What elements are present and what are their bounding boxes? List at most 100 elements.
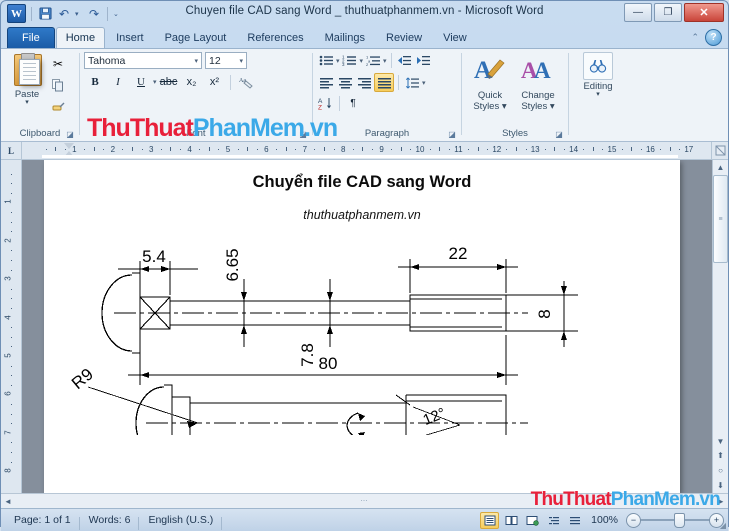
subscript-button[interactable]: x₂ bbox=[181, 73, 203, 91]
strikethrough-button[interactable]: abc bbox=[158, 73, 180, 91]
underline-button[interactable]: U bbox=[130, 73, 152, 91]
align-right-icon[interactable] bbox=[355, 74, 373, 91]
h-scroll-thumb[interactable]: ⋯ bbox=[16, 496, 713, 507]
font-name-input[interactable]: Tahoma ▾ bbox=[84, 52, 202, 69]
justify-icon[interactable] bbox=[374, 73, 394, 92]
v-ruler-minor-tick bbox=[11, 260, 12, 261]
status-page[interactable]: Page: 1 of 1 bbox=[5, 514, 80, 530]
minimize-button[interactable]: — bbox=[624, 3, 652, 22]
editing-group-label bbox=[569, 127, 627, 141]
tab-stop-selector[interactable]: L bbox=[1, 142, 22, 159]
change-styles-button[interactable]: AA Change Styles ▾ bbox=[514, 52, 562, 127]
tab-home[interactable]: Home bbox=[55, 27, 106, 48]
paragraph-divider-1 bbox=[390, 53, 392, 68]
font-dialog-launcher-icon[interactable]: ◪ bbox=[298, 128, 308, 139]
v-ruler-minor-tick bbox=[11, 365, 12, 367]
bold-button[interactable]: B bbox=[84, 73, 106, 91]
increase-indent-icon[interactable] bbox=[415, 52, 433, 69]
superscript-button[interactable]: x² bbox=[204, 73, 226, 91]
tab-view[interactable]: View bbox=[433, 27, 477, 48]
v-ruler-minor-tick bbox=[11, 231, 12, 233]
numbered-list-chevron-down-icon[interactable]: ▾ bbox=[360, 57, 364, 65]
clear-formatting-icon[interactable]: Aa bbox=[235, 73, 257, 91]
full-screen-reading-view-button[interactable] bbox=[503, 513, 520, 528]
paragraph-divider-2 bbox=[398, 75, 399, 90]
tab-references[interactable]: References bbox=[237, 27, 313, 48]
status-language[interactable]: English (U.S.) bbox=[139, 514, 223, 530]
h-scroll-right-arrow[interactable]: ► bbox=[714, 497, 728, 506]
bullet-list-chevron-down-icon[interactable]: ▾ bbox=[336, 57, 340, 65]
bullet-list-icon[interactable] bbox=[317, 52, 335, 69]
h-scroll-left-arrow[interactable]: ◄ bbox=[1, 497, 15, 506]
paste-dropdown-icon[interactable]: ▾ bbox=[25, 99, 29, 106]
minimize-ribbon-icon[interactable]: ⌃ bbox=[691, 32, 699, 43]
scroll-down-arrow[interactable]: ▼ bbox=[714, 434, 727, 448]
dim-label-80: 80 bbox=[319, 354, 338, 373]
multilevel-list-icon[interactable]: 1a2 bbox=[364, 52, 382, 69]
draft-view-button[interactable] bbox=[566, 513, 583, 528]
font-size-input[interactable]: 12 ▾ bbox=[205, 52, 247, 69]
zoom-slider-knob[interactable] bbox=[674, 512, 685, 528]
zoom-level[interactable]: 100% bbox=[587, 514, 622, 526]
web-layout-view-button[interactable] bbox=[524, 513, 541, 528]
quick-styles-button[interactable]: A Quick Styles ▾ bbox=[466, 52, 514, 127]
maximize-button[interactable]: ❐ bbox=[654, 3, 682, 22]
ruler-minor-tick bbox=[295, 149, 297, 150]
font-name-chevron-down-icon[interactable]: ▾ bbox=[194, 57, 198, 65]
format-painter-icon[interactable] bbox=[49, 97, 67, 115]
tab-mailings[interactable]: Mailings bbox=[315, 27, 375, 48]
previous-page-button[interactable]: ⬆ bbox=[714, 448, 727, 463]
print-layout-view-button[interactable] bbox=[480, 511, 500, 529]
select-browse-object-button[interactable]: ○ bbox=[714, 463, 727, 478]
ruler-tick-7: 7 bbox=[302, 145, 308, 154]
zoom-out-button[interactable]: − bbox=[626, 512, 641, 528]
copy-icon[interactable] bbox=[49, 76, 67, 94]
cad-technical-drawing[interactable]: 5.4 6.65 22 8 7.8 80 R9 1.02 12° bbox=[58, 235, 658, 435]
line-spacing-chevron-down-icon[interactable]: ▾ bbox=[422, 79, 426, 87]
tab-page-layout[interactable]: Page Layout bbox=[155, 27, 237, 48]
zoom-slider[interactable]: − + bbox=[626, 512, 724, 528]
document-canvas[interactable]: Chuyển file CAD sang Word thuthuatphanme… bbox=[22, 160, 712, 493]
font-size-value: 12 bbox=[209, 54, 221, 67]
close-button[interactable]: ✕ bbox=[684, 3, 724, 22]
underline-chevron-down-icon[interactable]: ▾ bbox=[153, 78, 157, 86]
tab-review[interactable]: Review bbox=[376, 27, 432, 48]
paragraph-dialog-launcher-icon[interactable]: ◪ bbox=[447, 128, 457, 139]
editing-button[interactable]: Editing ▾ bbox=[573, 52, 623, 127]
word-window: W ↶ ▾ ↷ ⌄ Chuyen file CAD sang Word _ th… bbox=[0, 0, 729, 531]
line-spacing-icon[interactable] bbox=[403, 74, 421, 91]
paste-button[interactable]: Paste ▾ bbox=[5, 52, 49, 127]
align-left-icon[interactable] bbox=[317, 74, 335, 91]
vertical-scrollbar[interactable]: ▲ ≡ ▼ ⬆ ○ ⬇ bbox=[712, 160, 728, 493]
outline-view-button[interactable] bbox=[545, 513, 562, 528]
view-ruler-toggle[interactable] bbox=[711, 142, 728, 159]
v-ruler-tick-8: 8 bbox=[3, 468, 13, 473]
cut-icon[interactable]: ✂ bbox=[49, 55, 67, 73]
vertical-ruler[interactable]: 1 2 3 4 5 6 7 8 bbox=[1, 160, 22, 493]
italic-button[interactable]: I bbox=[107, 73, 129, 91]
font-size-chevron-down-icon[interactable]: ▾ bbox=[239, 57, 243, 65]
horizontal-scrollbar[interactable]: ◄ ⋯ ► bbox=[1, 493, 728, 508]
v-ruler-minor-tick bbox=[11, 288, 12, 290]
tab-insert[interactable]: Insert bbox=[106, 27, 154, 48]
scroll-thumb[interactable]: ≡ bbox=[713, 175, 728, 263]
multilevel-list-chevron-down-icon[interactable]: ▾ bbox=[383, 57, 387, 65]
editing-dropdown-icon[interactable]: ▾ bbox=[596, 91, 600, 98]
horizontal-ruler[interactable]: 1 2 3 4 5 6 7 8 9 10 11 12 13 14 15 16 17 bbox=[22, 142, 711, 159]
ruler-page-band bbox=[42, 155, 678, 158]
show-formatting-marks-icon[interactable]: ¶ bbox=[344, 95, 362, 112]
help-icon[interactable]: ? bbox=[705, 29, 722, 46]
scroll-up-arrow[interactable]: ▲ bbox=[714, 160, 727, 174]
zoom-in-button[interactable]: + bbox=[709, 512, 724, 528]
align-center-icon[interactable] bbox=[336, 74, 354, 91]
decrease-indent-icon[interactable] bbox=[396, 52, 414, 69]
sort-icon[interactable]: AZ bbox=[317, 95, 335, 112]
ribbon-group-editing: Editing ▾ bbox=[569, 49, 627, 141]
styles-dialog-launcher-icon[interactable]: ◪ bbox=[554, 128, 564, 139]
tab-file[interactable]: File bbox=[7, 27, 55, 48]
numbered-list-icon[interactable]: 123 bbox=[341, 52, 359, 69]
status-words[interactable]: Words: 6 bbox=[80, 514, 140, 530]
document-page[interactable]: Chuyển file CAD sang Word thuthuatphanme… bbox=[44, 160, 680, 493]
next-page-button[interactable]: ⬇ bbox=[714, 478, 727, 493]
clipboard-dialog-launcher-icon[interactable]: ◪ bbox=[65, 128, 75, 139]
